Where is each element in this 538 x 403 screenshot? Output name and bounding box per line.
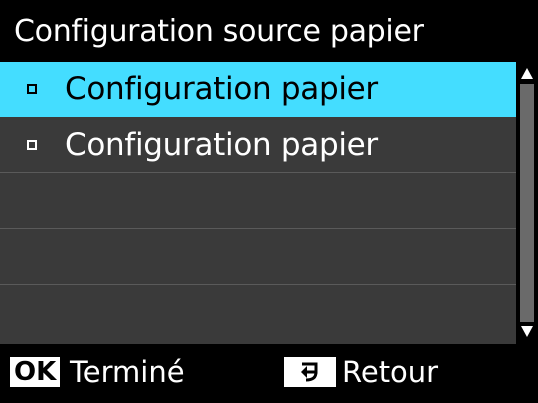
footer-bar: OK Terminé Retour bbox=[0, 344, 538, 403]
scrollbar[interactable] bbox=[516, 62, 538, 344]
list-item-empty bbox=[0, 230, 516, 285]
triangle-up-icon[interactable] bbox=[521, 68, 533, 79]
ok-label: Terminé bbox=[70, 355, 185, 389]
menu-list: Configuration papier Configuration papie… bbox=[0, 62, 516, 344]
title-bar: Configuration source papier bbox=[0, 0, 538, 62]
back-label: Retour bbox=[342, 355, 439, 389]
list-item[interactable]: Configuration papier bbox=[0, 118, 516, 173]
page-title: Configuration source papier bbox=[14, 14, 424, 49]
list-item-label: Configuration papier bbox=[65, 127, 378, 163]
back-button[interactable] bbox=[284, 357, 336, 387]
list-item[interactable]: Configuration papier bbox=[0, 62, 516, 117]
triangle-down-icon[interactable] bbox=[521, 326, 533, 337]
list-item-label: Configuration papier bbox=[65, 71, 378, 107]
return-arrow-icon bbox=[301, 362, 318, 382]
list-item-empty bbox=[0, 174, 516, 229]
list-item-empty bbox=[0, 286, 516, 344]
scroll-track[interactable] bbox=[520, 84, 534, 322]
ok-button[interactable]: OK bbox=[10, 357, 61, 387]
bullet-icon bbox=[27, 140, 37, 150]
bullet-icon bbox=[27, 84, 37, 94]
